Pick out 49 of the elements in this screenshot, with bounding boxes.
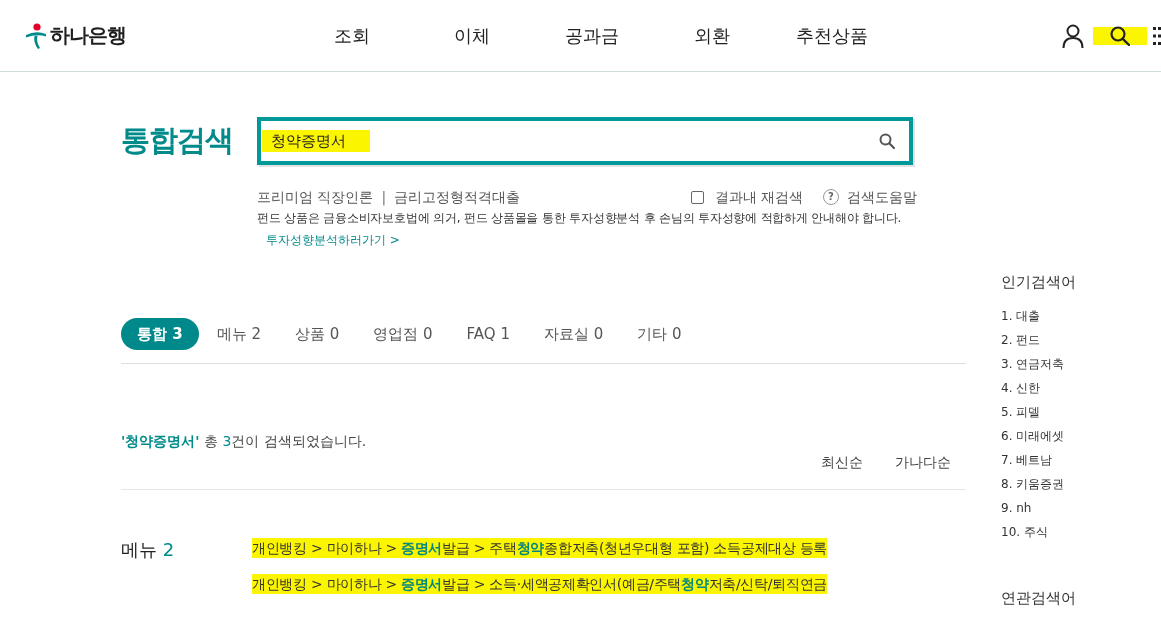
- logo-icon[interactable]: [25, 22, 47, 49]
- keyword-link[interactable]: 8. 키움증권: [1001, 472, 1076, 496]
- result-summary: '청약증명서' 총 3건이 검색되었습니다.: [121, 432, 368, 451]
- search-icon: [1110, 25, 1130, 46]
- nav-link[interactable]: 공과금: [532, 23, 652, 48]
- sidebar-heading: 연관검색어: [1001, 588, 1076, 608]
- keyword-link[interactable]: 6. 미래에셋: [1001, 424, 1076, 448]
- nav-link[interactable]: 조회: [292, 23, 412, 48]
- nav-link[interactable]: 이체: [412, 23, 532, 48]
- checkbox[interactable]: [690, 190, 704, 204]
- grid-icon: [1153, 26, 1161, 45]
- sort-option[interactable]: 가나다순: [895, 452, 951, 472]
- keyword-link[interactable]: 2. 펀드: [1001, 328, 1076, 352]
- keyword-link[interactable]: 3. 연금저축: [1001, 352, 1076, 376]
- section-title: 메뉴 2: [121, 538, 176, 562]
- quick-link[interactable]: 프리미엄 직장인론: [257, 187, 374, 207]
- tab[interactable]: 자료실 0: [528, 318, 620, 350]
- separator-text: |: [381, 188, 387, 207]
- nav-link[interactable]: 추천상품: [772, 23, 892, 48]
- result-link[interactable]: 개인뱅킹 > 마이하나 > 증명서발급 > 주택청약종합저축(청년우대형 포함) 소득공제대상 등록: [252, 538, 828, 558]
- keyword-link[interactable]: 7. 베트남: [1001, 448, 1076, 472]
- keyword-link[interactable]: 1. 대출: [1001, 304, 1076, 328]
- tab[interactable]: 영업점 0: [357, 318, 449, 350]
- sidebar-heading: 인기검색어: [1001, 272, 1076, 292]
- keyword-link[interactable]: 4. 신한: [1001, 376, 1076, 400]
- tab[interactable]: 상품 0: [279, 318, 356, 350]
- search-button[interactable]: [1093, 26, 1147, 45]
- nav-link[interactable]: 외환: [652, 23, 772, 48]
- sort-option[interactable]: 최신순: [821, 452, 863, 472]
- tab[interactable]: 기타 0: [621, 318, 698, 350]
- profile-link[interactable]: 투자성향분석하러가기 >: [266, 231, 400, 249]
- result-link[interactable]: 개인뱅킹 > 마이하나 > 증명서발급 > 소득·세액공제확인서(예금/주택청약저축/신탁/퇴직연금: [252, 574, 827, 594]
- keyword-link[interactable]: 9. nh: [1001, 496, 1076, 520]
- tab[interactable]: FAQ 1: [450, 318, 526, 350]
- logo-text[interactable]: 하나은행: [50, 22, 126, 49]
- tab[interactable]: 메뉴 2: [200, 318, 277, 350]
- checkbox-label[interactable]: 결과내 재검색: [714, 187, 803, 207]
- keyword-link[interactable]: 5. 피델: [1001, 400, 1076, 424]
- search-icon[interactable]: [879, 133, 895, 149]
- tab[interactable]: 통합 3: [121, 318, 199, 350]
- notice-text: 펀드 상품은 금융소비자보호법에 의거, 펀드 상품몰을 통한 투자성향분석 후 손님의 투자성향에 적합하게 안내해야 합니다.: [257, 210, 903, 227]
- user-icon: [1062, 23, 1084, 48]
- help-link[interactable]: 검색도움말: [847, 187, 917, 207]
- search-field[interactable]: 청약증명서: [257, 117, 913, 165]
- quick-link[interactable]: 금리고정형적격대출: [394, 187, 521, 207]
- keyword-link[interactable]: 10. 주식: [1001, 520, 1076, 544]
- page-title: 통합검색: [121, 122, 234, 159]
- account-button[interactable]: [1062, 23, 1084, 48]
- menu-button[interactable]: [1153, 26, 1161, 45]
